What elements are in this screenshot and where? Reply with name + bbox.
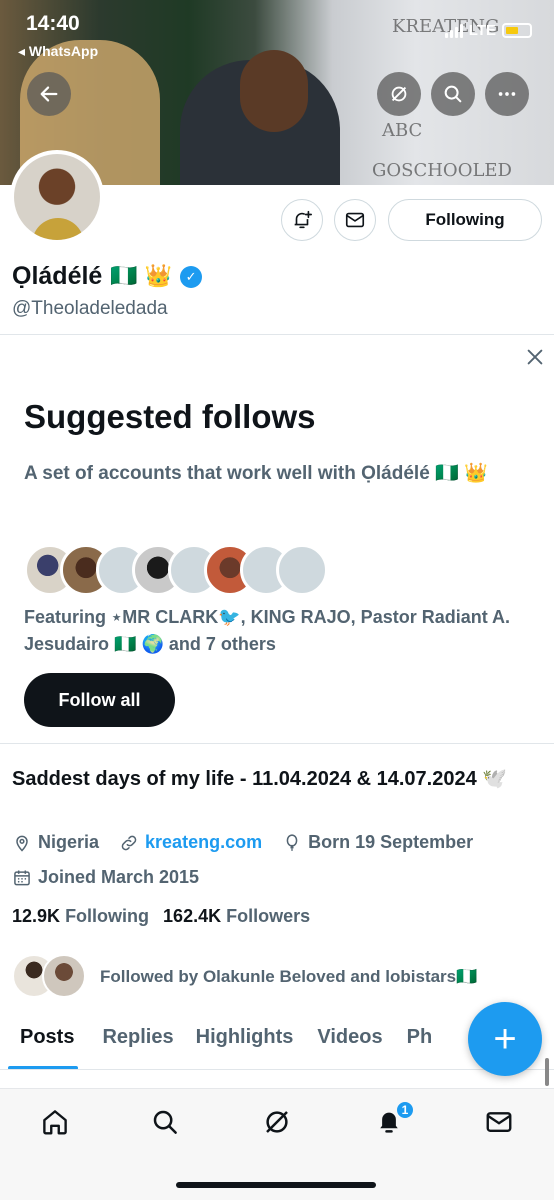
back-button[interactable] bbox=[27, 72, 71, 116]
home-indicator[interactable] bbox=[176, 1182, 376, 1188]
grok-icon bbox=[266, 1111, 288, 1133]
following-count: 12.9K bbox=[12, 906, 61, 926]
location-text: Nigeria bbox=[38, 832, 100, 852]
divider bbox=[0, 334, 554, 335]
tab-replies[interactable]: Replies bbox=[86, 1016, 185, 1070]
avatar-image bbox=[14, 154, 100, 240]
link-icon bbox=[121, 835, 137, 850]
joined-text: Joined March 2015 bbox=[38, 867, 200, 887]
search-icon bbox=[153, 1110, 177, 1134]
bio-text: Saddest days of my life - 11.04.2024 & 1… bbox=[12, 768, 508, 790]
tab-photos[interactable]: Ph bbox=[395, 1016, 445, 1070]
joined-item: Joined March 2015 bbox=[12, 867, 199, 888]
search-icon bbox=[444, 85, 462, 103]
scrollbar[interactable] bbox=[545, 1058, 549, 1086]
follower-avatar bbox=[42, 954, 86, 998]
profile-meta-row-1: Nigeria kreateng.com Born 19 September bbox=[12, 832, 473, 853]
suggested-follows-title: Suggested follows bbox=[24, 398, 316, 435]
grok-button[interactable] bbox=[377, 72, 421, 116]
followed-by-text: Followed by Olakunle Beloved and lobista… bbox=[100, 967, 478, 986]
followers-count: 162.4K bbox=[163, 906, 222, 926]
birthday-item: Born 19 September bbox=[282, 832, 473, 853]
location-pin-icon bbox=[16, 835, 28, 852]
display-name: Ọládélé bbox=[12, 262, 103, 290]
birthday-text: Born 19 September bbox=[308, 832, 474, 852]
tab-posts[interactable]: Posts bbox=[0, 1016, 86, 1070]
wall-text-2: ABC bbox=[382, 120, 423, 141]
compose-button[interactable]: + bbox=[468, 1002, 542, 1076]
profile-handle: @Theoladeledada bbox=[12, 298, 168, 319]
search-button[interactable] bbox=[431, 72, 475, 116]
followed-by-avatars bbox=[12, 954, 90, 1000]
divider bbox=[0, 743, 554, 744]
profile-meta-row-2: Joined March 2015 bbox=[12, 867, 199, 888]
signal-icon bbox=[444, 23, 463, 38]
name-emojis: 🇳🇬 👑 bbox=[110, 264, 173, 289]
home-icon bbox=[43, 1110, 67, 1135]
network-label: LTE bbox=[468, 22, 496, 39]
followers-label: Followers bbox=[226, 906, 311, 926]
suggested-avatar bbox=[276, 544, 328, 596]
notification-badge: 1 bbox=[395, 1100, 415, 1120]
grok-icon bbox=[391, 86, 407, 102]
status-time: 14:40 bbox=[26, 12, 80, 35]
more-icon bbox=[498, 92, 516, 96]
nav-messages[interactable] bbox=[482, 1105, 516, 1139]
profile-name-row: Ọládélé 🇳🇬 👑 ✓ bbox=[12, 262, 203, 291]
location-item: Nigeria bbox=[12, 832, 99, 853]
avatar[interactable] bbox=[10, 150, 104, 244]
close-icon[interactable] bbox=[524, 346, 546, 368]
tab-videos[interactable]: Videos bbox=[305, 1016, 394, 1070]
balloon-icon bbox=[286, 833, 298, 851]
battery-icon bbox=[502, 23, 532, 38]
nav-grok[interactable] bbox=[260, 1105, 294, 1139]
status-bar: 14:40 ◂ WhatsApp LTE bbox=[0, 0, 554, 70]
envelope-icon bbox=[345, 212, 365, 228]
suggested-follows-description: A set of accounts that work well with Ọl… bbox=[24, 463, 488, 484]
followed-by-row[interactable]: Followed by Olakunle Beloved and lobista… bbox=[12, 954, 477, 1000]
website-link[interactable]: kreateng.com bbox=[145, 832, 262, 853]
calendar-icon bbox=[14, 870, 30, 885]
following-label: Following bbox=[65, 906, 150, 926]
more-button[interactable] bbox=[485, 72, 529, 116]
nav-home[interactable] bbox=[38, 1105, 72, 1139]
nav-search[interactable] bbox=[148, 1105, 182, 1139]
bell-plus-icon bbox=[294, 210, 312, 229]
followers-count-link[interactable]: 162.4K Followers bbox=[163, 906, 310, 927]
status-right: LTE bbox=[444, 22, 532, 39]
divider bbox=[0, 1069, 554, 1070]
suggested-avatars[interactable] bbox=[24, 544, 328, 596]
verified-badge-icon[interactable]: ✓ bbox=[180, 265, 203, 288]
featuring-text: Featuring ⋆MR CLARK🐦, KING RAJO, Pastor … bbox=[24, 607, 511, 654]
back-to-app-link[interactable]: ◂ WhatsApp bbox=[18, 43, 98, 60]
arrow-left-icon bbox=[40, 86, 58, 102]
following-button[interactable]: Following bbox=[388, 199, 542, 241]
notify-button[interactable] bbox=[281, 199, 323, 241]
following-count-link[interactable]: 12.9K Following bbox=[12, 906, 149, 927]
website-item[interactable]: kreateng.com bbox=[119, 832, 262, 853]
envelope-icon bbox=[486, 1112, 512, 1132]
message-button[interactable] bbox=[334, 199, 376, 241]
follow-all-button[interactable]: Follow all bbox=[24, 673, 175, 727]
follow-counts: 12.9K Following 162.4K Followers bbox=[12, 906, 310, 927]
wall-text-3: GOSCHOOLED bbox=[372, 160, 512, 181]
tab-highlights[interactable]: Highlights bbox=[186, 1016, 306, 1070]
